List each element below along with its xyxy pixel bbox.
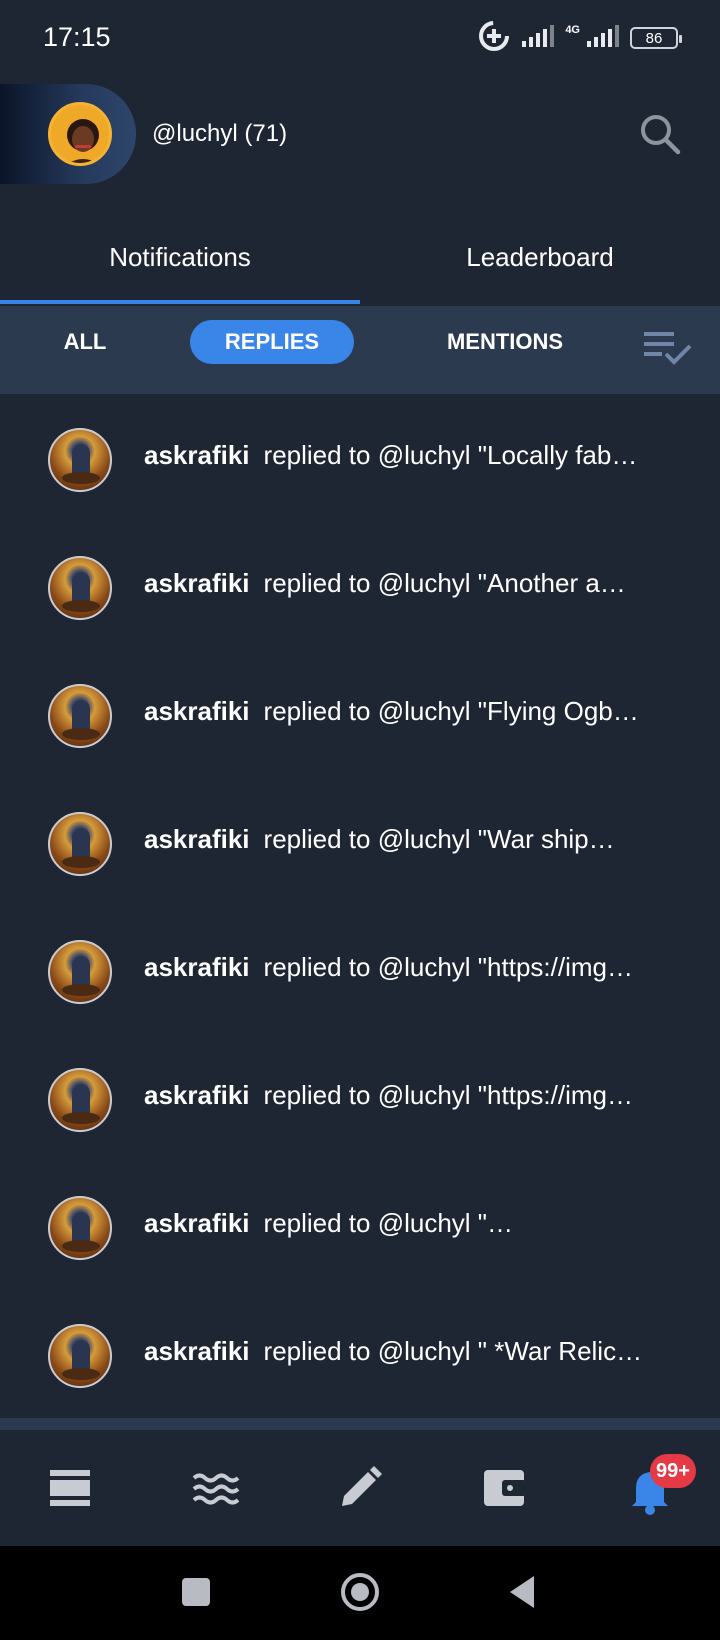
pencil-icon	[342, 1466, 382, 1506]
notification-text: askrafiki replied to @luchyl "War ship…	[144, 824, 684, 855]
list-item[interactable]: askrafiki replied to @luchyl "https://img…	[0, 1036, 720, 1164]
bottom-divider	[0, 1418, 720, 1430]
top-tabs: Notifications Leaderboard	[0, 222, 720, 306]
notification-text: askrafiki replied to @luchyl "Another a…	[144, 568, 684, 599]
status-time: 17:15	[43, 22, 111, 52]
notification-user[interactable]: askrafiki	[144, 1208, 250, 1238]
avatar[interactable]	[48, 940, 112, 1004]
nav-write-button[interactable]	[330, 1458, 390, 1518]
signal-icon	[586, 24, 620, 53]
list-item[interactable]: askrafiki replied to @luchyl "Flying Ogb…	[0, 652, 720, 780]
nav-feed-button[interactable]	[40, 1458, 100, 1518]
nav-wallet-button[interactable]	[474, 1458, 534, 1518]
battery-icon: 86	[630, 27, 682, 49]
notification-text: askrafiki replied to @luchyl "https://img…	[144, 1080, 684, 1111]
notification-badge: 99+	[650, 1454, 696, 1488]
tab-leaderboard[interactable]: Leaderboard	[360, 242, 720, 273]
notification-message: replied to @luchyl "https://img…	[263, 1080, 633, 1110]
wallet-icon	[484, 1470, 526, 1506]
feed-icon	[50, 1470, 90, 1506]
status-icons: 4G 86	[477, 19, 682, 58]
notification-text: askrafiki replied to @luchyl "…	[144, 1208, 684, 1239]
mark-all-read-button[interactable]	[642, 328, 694, 368]
notification-message: replied to @luchyl "https://img…	[263, 952, 633, 982]
notification-text: askrafiki replied to @luchyl "https://img…	[144, 952, 684, 983]
avatar[interactable]	[48, 1324, 112, 1388]
list-item[interactable]: askrafiki replied to @luchyl "https://img…	[0, 908, 720, 1036]
list-item[interactable]: askrafiki replied to @luchyl " *War Relic…	[0, 1292, 720, 1420]
search-button[interactable]	[636, 110, 684, 158]
notification-list: askrafiki replied to @luchyl "Locally fab…	[0, 396, 720, 1420]
avatar[interactable]	[48, 556, 112, 620]
avatar[interactable]	[48, 684, 112, 748]
status-bar: 17:15 4G 86	[0, 0, 720, 80]
notification-message: replied to @luchyl "Flying Ogb…	[263, 696, 639, 726]
notification-user[interactable]: askrafiki	[144, 568, 250, 598]
search-icon	[641, 115, 681, 155]
home-button[interactable]	[336, 1568, 384, 1616]
notification-message: replied to @luchyl "…	[263, 1208, 514, 1238]
list-item[interactable]: askrafiki replied to @luchyl "Another a…	[0, 524, 720, 652]
signal-icon	[521, 24, 555, 53]
profile-username[interactable]: @luchyl (71)	[152, 120, 287, 148]
checklist-icon	[644, 332, 692, 365]
notification-user[interactable]: askrafiki	[144, 824, 250, 854]
avatar[interactable]	[48, 1068, 112, 1132]
data-saver-icon	[477, 19, 511, 58]
avatar[interactable]	[48, 812, 112, 876]
recent-apps-button[interactable]	[172, 1568, 220, 1616]
bottom-nav: 99+	[0, 1430, 720, 1546]
list-item[interactable]: askrafiki replied to @luchyl "…	[0, 1164, 720, 1292]
notification-message: replied to @luchyl "War ship…	[263, 824, 615, 854]
filter-replies[interactable]: REPLIES	[190, 320, 354, 364]
nav-waves-button[interactable]	[186, 1458, 246, 1518]
back-button[interactable]	[500, 1568, 548, 1616]
avatar[interactable]	[48, 102, 112, 166]
tab-notifications[interactable]: Notifications	[0, 242, 360, 273]
notification-message: replied to @luchyl " *War Relic…	[263, 1336, 643, 1366]
filter-all[interactable]: ALL	[40, 320, 130, 364]
list-item[interactable]: askrafiki replied to @luchyl "Locally fab…	[0, 396, 720, 524]
waves-icon	[192, 1473, 240, 1505]
notification-text: askrafiki replied to @luchyl "Locally fab…	[144, 440, 684, 471]
active-tab-indicator	[0, 300, 360, 304]
back-triangle-icon	[510, 1576, 534, 1608]
avatar[interactable]	[48, 428, 112, 492]
notification-user[interactable]: askrafiki	[144, 440, 250, 470]
network-label: 4G	[565, 24, 580, 36]
notification-user[interactable]: askrafiki	[144, 696, 250, 726]
notification-user[interactable]: askrafiki	[144, 1080, 250, 1110]
notification-user[interactable]: askrafiki	[144, 1336, 250, 1366]
notification-text: askrafiki replied to @luchyl "Flying Ogb…	[144, 696, 684, 727]
list-item[interactable]: askrafiki replied to @luchyl "War ship…	[0, 780, 720, 908]
system-nav	[0, 1546, 720, 1640]
filter-mentions[interactable]: MENTIONS	[420, 320, 590, 364]
square-icon	[182, 1578, 210, 1606]
avatar[interactable]	[48, 1196, 112, 1260]
notification-user[interactable]: askrafiki	[144, 952, 250, 982]
filter-bar: ALL REPLIES MENTIONS	[0, 306, 720, 394]
notification-message: replied to @luchyl "Locally fab…	[263, 440, 638, 470]
notification-message: replied to @luchyl "Another a…	[263, 568, 626, 598]
notification-text: askrafiki replied to @luchyl " *War Relic…	[144, 1336, 684, 1367]
home-circle-icon	[341, 1573, 379, 1611]
